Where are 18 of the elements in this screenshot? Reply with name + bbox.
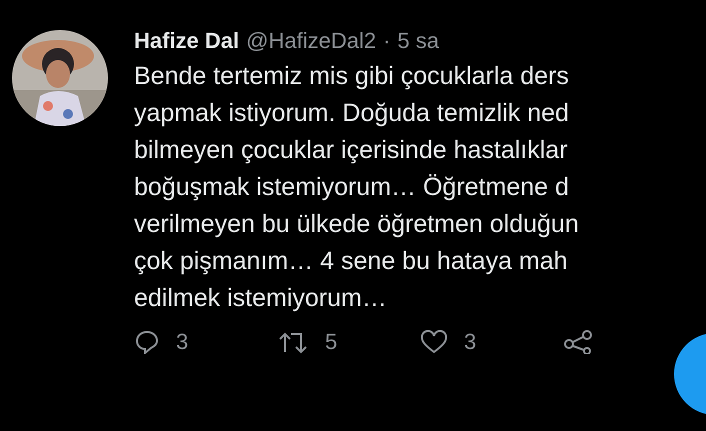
share-icon[interactable] bbox=[563, 330, 593, 354]
reply-icon[interactable] bbox=[134, 330, 160, 354]
tweet-time[interactable]: 5 sa bbox=[397, 28, 440, 54]
tweet-text-line: bilmeyen çocuklar içerisinde hastalıklar bbox=[134, 135, 568, 166]
tweet-text-line: verilmeyen bu ülkede öğretmen olduğun bbox=[134, 209, 579, 240]
retweet-icon[interactable] bbox=[277, 330, 309, 354]
tweet-text-line: Bende tertemiz mis gibi çocuklarla ders bbox=[134, 61, 569, 92]
reply-count: 3 bbox=[176, 329, 188, 355]
retweet-count: 5 bbox=[325, 329, 338, 355]
tweet-text-line: yapmak istiyorum. Doğuda temizlik ned bbox=[134, 98, 569, 129]
separator-dot: · bbox=[383, 28, 390, 54]
tweet-text-line: çok pişmanım… 4 sene bu hataya mah bbox=[134, 246, 568, 277]
user-handle[interactable]: @HafizeDal2 bbox=[246, 28, 376, 54]
heart-icon[interactable] bbox=[420, 330, 448, 354]
tweet-text-line: boğuşmak istemiyorum… Öğretmene d bbox=[134, 172, 569, 203]
like-count: 3 bbox=[464, 329, 476, 355]
tweet-text-line: edilmek istemiyorum… bbox=[134, 283, 387, 314]
user-name[interactable]: Hafize Dal bbox=[134, 28, 240, 54]
